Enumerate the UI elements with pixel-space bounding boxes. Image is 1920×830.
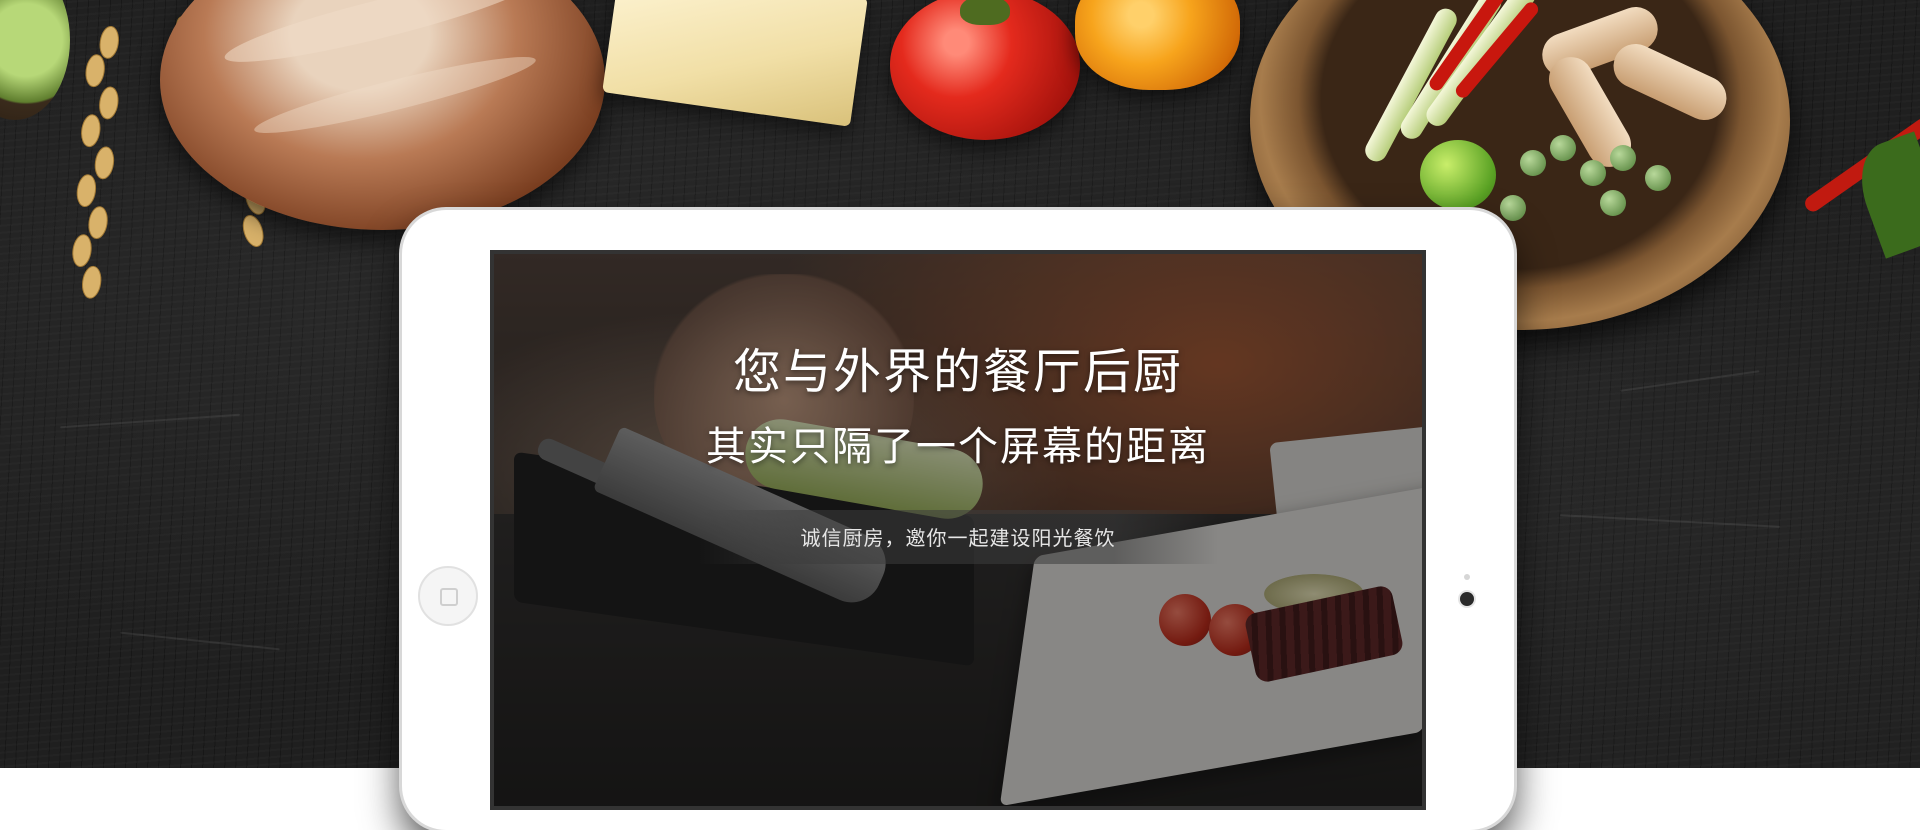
pea-eggplant [1580,160,1606,186]
headline-line-1: 您与外界的餐厅后厨 [494,332,1422,402]
pea-eggplant [1520,150,1546,176]
lime [1420,140,1496,210]
pea-eggplant [1500,195,1526,221]
chalk-streak [120,632,279,651]
pea-eggplant [1550,135,1576,161]
pea-eggplant [1645,165,1671,191]
tablet-home-button-icon [418,566,478,626]
galangal [1606,37,1733,128]
chalk-streak [60,414,240,429]
tagline: 诚信厨房，邀你一起建设阳光餐饮 [494,522,1422,551]
headline-line-2: 其实只隔了一个屏幕的距离 [494,414,1422,472]
tablet-camera-icon [1460,592,1474,606]
tablet-frame: 您与外界的餐厅后厨 其实只隔了一个屏幕的距离 诚信厨房，邀你一起建设阳光餐饮 [402,210,1514,830]
tablet-sensor [1464,574,1470,580]
tablet-screen: 您与外界的餐厅后厨 其实只隔了一个屏幕的距离 诚信厨房，邀你一起建设阳光餐饮 [490,250,1426,810]
chalk-streak [1621,370,1760,391]
pea-eggplant [1600,190,1626,216]
pea-eggplant [1610,145,1636,171]
chalk-streak [1560,514,1780,528]
